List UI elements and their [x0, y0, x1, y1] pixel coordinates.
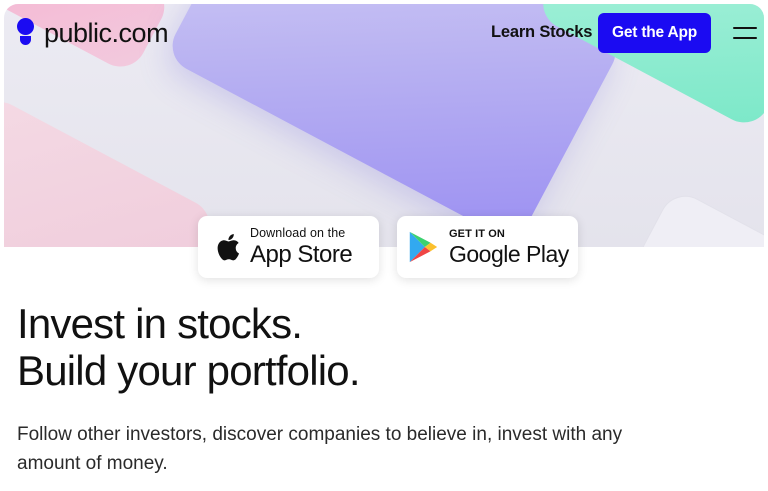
google-play-icon: [409, 231, 438, 263]
public-logo-icon: [16, 17, 36, 49]
app-store-small-text: Download on the: [250, 226, 346, 241]
google-play-badge-text: GET IT ON Google Play: [449, 227, 569, 267]
brand-name: public.com: [44, 17, 169, 48]
google-play-big-text: Google Play: [449, 240, 569, 267]
app-store-badge[interactable]: Download on the App Store: [198, 216, 379, 278]
decor-tile-pink-bottom: [4, 92, 219, 247]
google-play-small-text: GET IT ON: [449, 227, 505, 240]
page-subtext: Follow other investors, discover compani…: [17, 424, 623, 474]
apple-icon: [217, 233, 240, 261]
headline-line-1: Invest in stocks.: [17, 300, 303, 347]
hamburger-menu-icon[interactable]: [730, 22, 760, 44]
decor-tile-ghost: [632, 186, 764, 247]
get-the-app-button[interactable]: Get the App: [598, 13, 711, 53]
page-headline: Invest in stocks. Build your portfolio.: [17, 300, 737, 394]
app-store-badge-text: Download on the App Store: [250, 226, 353, 268]
brand-logo-link[interactable]: public.com: [16, 17, 169, 49]
app-store-big-text: App Store: [250, 240, 353, 268]
google-play-badge[interactable]: GET IT ON Google Play: [397, 216, 578, 278]
headline-line-2: Build your portfolio.: [17, 347, 361, 394]
top-navigation: public.com Learn Stocks Get the App: [0, 0, 768, 64]
learn-stocks-link[interactable]: Learn Stocks: [491, 20, 592, 44]
